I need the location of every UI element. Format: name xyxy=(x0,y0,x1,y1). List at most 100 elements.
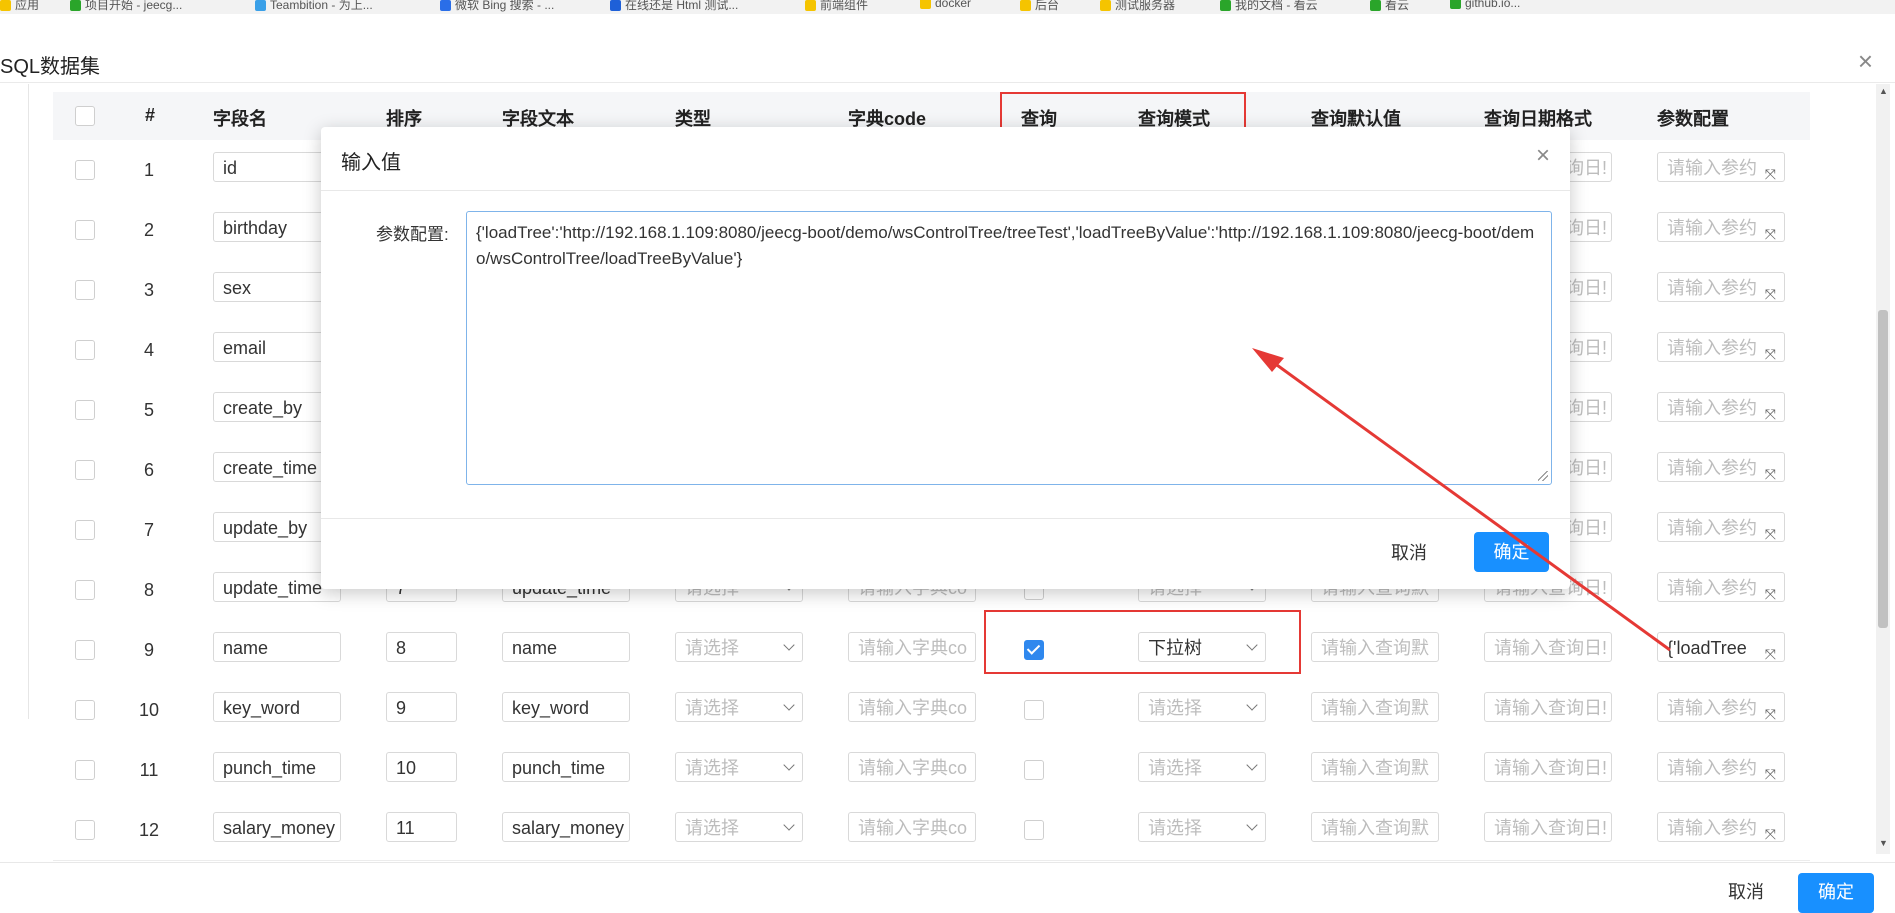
row-select-checkbox[interactable] xyxy=(75,760,95,780)
row-select-checkbox[interactable] xyxy=(75,220,95,240)
query-mode-select[interactable]: 请选择 xyxy=(1138,692,1266,722)
expand-icon[interactable]: ⤧ xyxy=(1765,819,1776,841)
outer-ok-button[interactable]: 确定 xyxy=(1798,873,1874,913)
query-mode-select[interactable]: 请选择 xyxy=(1138,752,1266,782)
param-config-input[interactable]: 请输入参约 ⤧ xyxy=(1657,212,1785,242)
expand-icon[interactable]: ⤧ xyxy=(1765,519,1776,541)
query-default-input[interactable]: 请输入查询默 xyxy=(1311,692,1439,722)
scroll-up-icon[interactable]: ▲ xyxy=(1879,86,1888,96)
row-select-checkbox[interactable] xyxy=(75,400,95,420)
query-checkbox[interactable] xyxy=(1024,820,1044,840)
expand-icon[interactable]: ⤧ xyxy=(1765,759,1776,781)
bookmark-item[interactable]: 后台 xyxy=(1020,0,1059,13)
outer-modal-header: SQL数据集 × xyxy=(0,14,1895,83)
order-input[interactable]: 11 xyxy=(386,812,457,842)
row-select-checkbox[interactable] xyxy=(75,820,95,840)
expand-icon[interactable]: ⤧ xyxy=(1765,459,1776,481)
param-config-input[interactable]: 请输入参约 ⤧ xyxy=(1657,272,1785,302)
row-select-checkbox[interactable] xyxy=(75,580,95,600)
expand-icon[interactable]: ⤧ xyxy=(1765,699,1776,721)
query-checkbox[interactable] xyxy=(1024,760,1044,780)
expand-icon[interactable]: ⤧ xyxy=(1765,159,1776,181)
param-config-input[interactable]: 请输入参约 ⤧ xyxy=(1657,152,1785,182)
type-select[interactable]: 请选择 xyxy=(675,812,803,842)
bookmark-item[interactable]: 前端组件 xyxy=(805,0,868,13)
bookmark-icon xyxy=(1450,0,1461,10)
order-input[interactable]: 10 xyxy=(386,752,457,782)
query-mode-select[interactable]: 请选择 xyxy=(1138,812,1266,842)
expand-icon[interactable]: ⤧ xyxy=(1765,339,1776,361)
bookmark-item[interactable]: Teambition - 为上... xyxy=(255,0,373,13)
param-config-input[interactable]: 请输入参约 ⤧ xyxy=(1657,392,1785,422)
type-select[interactable]: 请选择 xyxy=(675,632,803,662)
bookmark-item[interactable]: 测试服务器 xyxy=(1100,0,1175,13)
param-config-input[interactable]: {'loadTree ⤧ xyxy=(1657,632,1785,662)
field-name-input[interactable]: name xyxy=(213,632,341,662)
param-config-input[interactable]: 请输入参约 ⤧ xyxy=(1657,452,1785,482)
expand-icon[interactable]: ⤧ xyxy=(1765,219,1776,241)
query-date-format-input[interactable]: 请输入查询日! xyxy=(1484,692,1612,722)
scrollbar-thumb[interactable] xyxy=(1878,310,1888,628)
row-select-checkbox[interactable] xyxy=(75,700,95,720)
row-select-checkbox[interactable] xyxy=(75,520,95,540)
row-select-checkbox[interactable] xyxy=(75,340,95,360)
select-all-checkbox[interactable] xyxy=(75,106,95,126)
query-default-input[interactable]: 请输入查询默 xyxy=(1311,632,1439,662)
query-default-input[interactable]: 请输入查询默 xyxy=(1311,812,1439,842)
field-name-input[interactable]: salary_money xyxy=(213,812,341,842)
dialog-ok-button[interactable]: 确定 xyxy=(1474,532,1549,572)
row-index: 5 xyxy=(143,400,154,420)
type-select[interactable]: 请选择 xyxy=(675,752,803,782)
dict-code-input[interactable]: 请输入字典co xyxy=(848,812,976,842)
expand-icon[interactable]: ⤧ xyxy=(1765,399,1776,421)
bookmark-item[interactable]: 看云 xyxy=(1370,0,1409,13)
dialog-cancel-button[interactable]: 取消 xyxy=(1391,539,1427,565)
query-date-format-input[interactable]: 请输入查询日! xyxy=(1484,812,1612,842)
outer-close-icon[interactable]: × xyxy=(1858,48,1873,74)
scroll-down-icon[interactable]: ▼ xyxy=(1879,838,1888,848)
field-text-input[interactable]: punch_time xyxy=(502,752,630,782)
order-input[interactable]: 8 xyxy=(386,632,457,662)
outer-cancel-button[interactable]: 取消 xyxy=(1700,873,1792,913)
bookmark-item[interactable]: docker xyxy=(920,0,971,10)
bookmark-item[interactable]: 微软 Bing 搜索 - ... xyxy=(440,0,554,13)
dict-code-input[interactable]: 请输入字典co xyxy=(848,752,976,782)
row-index: 12 xyxy=(138,820,160,840)
field-name-input[interactable]: key_word xyxy=(213,692,341,722)
row-select-checkbox[interactable] xyxy=(75,460,95,480)
param-config-input[interactable]: 请输入参约 ⤧ xyxy=(1657,692,1785,722)
expand-icon[interactable]: ⤧ xyxy=(1765,579,1776,601)
row-select-checkbox[interactable] xyxy=(75,280,95,300)
dict-code-input[interactable]: 请输入字典co xyxy=(848,632,976,662)
order-input[interactable]: 9 xyxy=(386,692,457,722)
dict-code-input[interactable]: 请输入字典co xyxy=(848,692,976,722)
query-date-format-input[interactable]: 请输入查询日! xyxy=(1484,752,1612,782)
field-text-input[interactable]: key_word xyxy=(502,692,630,722)
expand-icon[interactable]: ⤧ xyxy=(1765,639,1776,661)
param-config-input[interactable]: 请输入参约 ⤧ xyxy=(1657,572,1785,602)
type-select[interactable]: 请选择 xyxy=(675,692,803,722)
dialog-close-icon[interactable]: × xyxy=(1536,142,1550,170)
query-default-input[interactable]: 请输入查询默 xyxy=(1311,752,1439,782)
field-name-input[interactable]: punch_time xyxy=(213,752,341,782)
query-checkbox[interactable] xyxy=(1024,700,1044,720)
param-config-textarea[interactable]: {'loadTree':'http://192.168.1.109:8080/j… xyxy=(466,211,1552,485)
expand-icon[interactable]: ⤧ xyxy=(1765,279,1776,301)
param-config-input[interactable]: 请输入参约 ⤧ xyxy=(1657,332,1785,362)
param-config-input[interactable]: 请输入参约 ⤧ xyxy=(1657,752,1785,782)
field-text-input[interactable]: name xyxy=(502,632,630,662)
row-select-checkbox[interactable] xyxy=(75,160,95,180)
bookmark-item[interactable]: 应用 xyxy=(0,0,39,13)
query-date-format-input[interactable]: 请输入查询日! xyxy=(1484,632,1612,662)
param-config-input[interactable]: 请输入参约 ⤧ xyxy=(1657,812,1785,842)
bookmark-item[interactable]: 我的文档 - 看云 xyxy=(1220,0,1318,13)
bookmark-item[interactable]: github.io... xyxy=(1450,0,1520,10)
resize-handle-icon[interactable] xyxy=(1538,471,1548,481)
row-select-checkbox[interactable] xyxy=(75,640,95,660)
bookmark-item[interactable]: 项目开始 - jeecg... xyxy=(70,0,182,13)
bookmark-icon xyxy=(255,0,266,12)
field-text-input[interactable]: salary_money xyxy=(502,812,630,842)
row-index: 9 xyxy=(143,640,154,660)
bookmark-item[interactable]: 在线还是 Html 测试... xyxy=(610,0,738,13)
param-config-input[interactable]: 请输入参约 ⤧ xyxy=(1657,512,1785,542)
